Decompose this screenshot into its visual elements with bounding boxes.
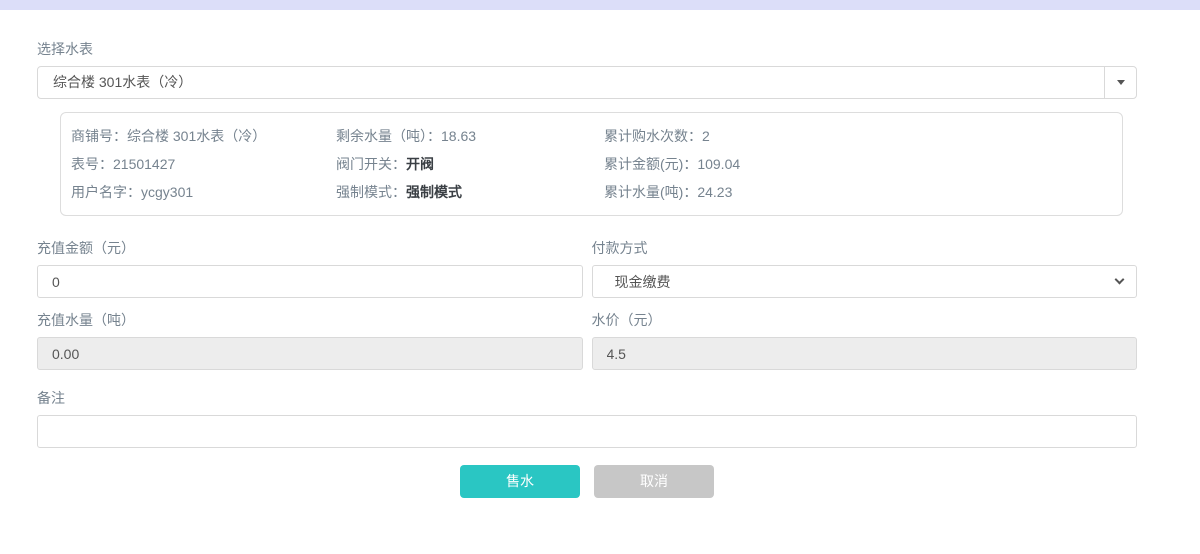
info-cell-valve-status: 阀门开关：开阀 <box>336 150 604 178</box>
payment-method-select-wrap: 现金缴费 <box>592 265 1138 298</box>
info-value: 24.23 <box>697 184 732 200</box>
water-price-label: 水价（元） <box>592 312 1138 329</box>
sell-water-button[interactable]: 售水 <box>460 465 580 498</box>
info-cell-meter-number: 表号：21501427 <box>71 150 336 178</box>
action-buttons: 售水 取消 <box>37 465 1137 498</box>
info-value: 强制模式 <box>406 184 462 200</box>
info-cell-total-water: 累计水量(吨)：24.23 <box>604 178 1122 206</box>
info-label: 累计水量(吨)： <box>604 184 697 200</box>
meter-combobox-caret-button[interactable] <box>1104 67 1136 98</box>
info-value: 109.04 <box>697 156 740 172</box>
recharge-amount-input[interactable] <box>37 265 583 298</box>
remark-label: 备注 <box>37 390 1137 407</box>
info-cell-shop-number: 商铺号：综合楼 301水表（冷） <box>71 122 336 150</box>
meter-combobox[interactable]: 综合楼 301水表（冷） <box>37 66 1137 99</box>
meter-select-label: 选择水表 <box>37 41 1137 58</box>
info-label: 累计购水次数： <box>604 128 702 144</box>
payment-method-label: 付款方式 <box>592 240 1138 257</box>
form-row-amount-payment: 充值金额（元） 付款方式 现金缴费 <box>37 216 1137 298</box>
recharge-volume-input <box>37 337 583 370</box>
info-label: 剩余水量（吨）： <box>336 128 441 144</box>
info-value: 21501427 <box>113 156 175 172</box>
info-label: 强制模式： <box>336 184 406 200</box>
info-label: 用户名字： <box>71 184 141 200</box>
info-cell-username: 用户名字：ycgy301 <box>71 178 336 206</box>
remark-field: 备注 <box>37 390 1137 448</box>
info-label: 商铺号： <box>71 128 127 144</box>
info-value: 18.63 <box>441 128 476 144</box>
recharge-amount-label: 充值金额（元） <box>37 240 583 257</box>
info-label: 表号： <box>71 156 113 172</box>
info-label: 阀门开关： <box>336 156 406 172</box>
meter-combobox-value[interactable]: 综合楼 301水表（冷） <box>38 67 1104 98</box>
info-value: ycgy301 <box>141 184 193 200</box>
info-cell-purchase-count: 累计购水次数：2 <box>604 122 1122 150</box>
recharge-volume-label: 充值水量（吨） <box>37 312 583 329</box>
info-cell-total-amount: 累计金额(元)：109.04 <box>604 150 1122 178</box>
info-label: 累计金额(元)： <box>604 156 697 172</box>
water-price-input <box>592 337 1138 370</box>
water-price-field: 水价（元） <box>592 298 1138 370</box>
info-value: 开阀 <box>406 156 434 172</box>
info-cell-remaining-water: 剩余水量（吨）：18.63 <box>336 122 604 150</box>
remark-input[interactable] <box>37 415 1137 448</box>
form-row-volume-price: 充值水量（吨） 水价（元） <box>37 298 1137 370</box>
top-accent-bar <box>0 0 1200 10</box>
info-value: 2 <box>702 128 710 144</box>
recharge-amount-field: 充值金额（元） <box>37 216 583 298</box>
cancel-button[interactable]: 取消 <box>594 465 714 498</box>
payment-method-field: 付款方式 现金缴费 <box>592 216 1138 298</box>
meter-info-panel: 商铺号：综合楼 301水表（冷） 剩余水量（吨）：18.63 累计购水次数：2 … <box>60 112 1123 216</box>
water-sale-form: 选择水表 综合楼 301水表（冷） 商铺号：综合楼 301水表（冷） 剩余水量（… <box>0 41 1200 498</box>
caret-down-icon <box>1117 80 1125 85</box>
recharge-volume-field: 充值水量（吨） <box>37 298 583 370</box>
info-cell-force-mode: 强制模式：强制模式 <box>336 178 604 206</box>
info-value: 综合楼 301水表（冷） <box>127 128 266 144</box>
payment-method-select[interactable]: 现金缴费 <box>592 265 1138 298</box>
